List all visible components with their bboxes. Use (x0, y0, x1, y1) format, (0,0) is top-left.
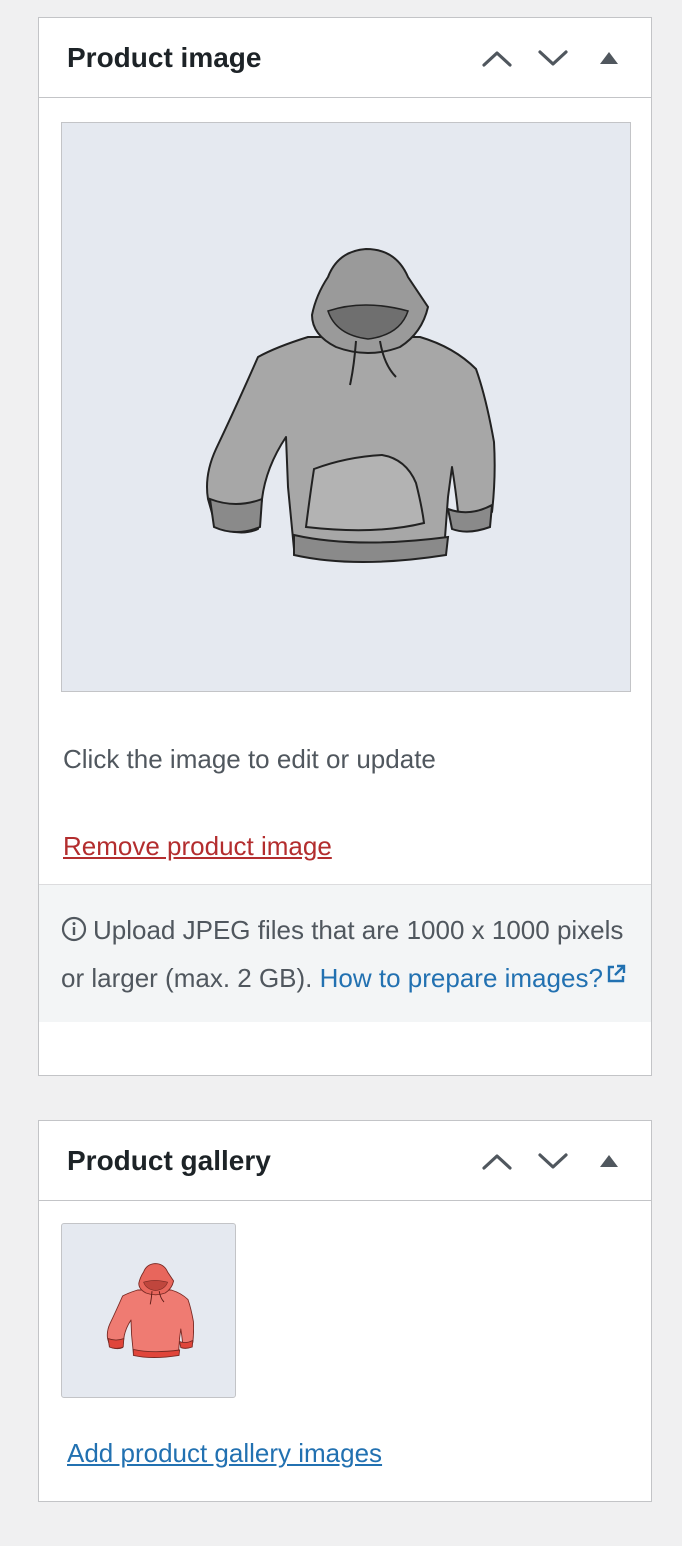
hoodie-image (206, 247, 496, 563)
product-image-body: Click the image to edit or update Remove… (39, 98, 651, 884)
product-gallery-header: Product gallery (39, 1121, 651, 1201)
move-up-button[interactable] (469, 1133, 525, 1189)
add-product-gallery-images-link[interactable]: Add product gallery images (67, 1438, 382, 1469)
info-icon (61, 912, 87, 955)
toggle-panel-button[interactable] (581, 1133, 637, 1189)
toggle-panel-button[interactable] (581, 30, 637, 86)
handle-actions (469, 1121, 637, 1200)
move-down-button[interactable] (525, 30, 581, 86)
remove-product-image-link[interactable]: Remove product image (63, 831, 332, 862)
handle-actions (469, 18, 637, 97)
product-gallery-body: Add product gallery images (39, 1201, 651, 1499)
external-link-icon (605, 955, 627, 998)
product-image-title: Product image (67, 41, 262, 73)
red-hoodie-image (106, 1262, 194, 1358)
move-down-button[interactable] (525, 1133, 581, 1189)
how-to-link-text: How to prepare images? (319, 963, 603, 993)
product-gallery-title: Product gallery (67, 1144, 271, 1176)
product-image-panel: Product image Click the image to edit or… (38, 17, 652, 1076)
move-up-button[interactable] (469, 30, 525, 86)
image-edit-hint: Click the image to edit or update (63, 744, 436, 774)
triangle-up-icon (600, 1154, 618, 1167)
chevron-up-icon (482, 50, 512, 67)
triangle-up-icon (600, 51, 618, 64)
how-to-prepare-images-link[interactable]: How to prepare images? (320, 963, 627, 993)
chevron-up-icon (482, 1153, 512, 1170)
chevron-down-icon (538, 49, 568, 66)
product-gallery-panel: Product gallery Add product gallery imag… (38, 1120, 652, 1502)
product-image-header: Product image (39, 18, 651, 98)
chevron-down-icon (538, 1152, 568, 1169)
product-image-thumbnail[interactable] (61, 122, 631, 692)
gallery-image-thumbnail[interactable] (61, 1223, 236, 1398)
upload-notice: Upload JPEG files that are 1000 x 1000 p… (39, 884, 651, 1022)
